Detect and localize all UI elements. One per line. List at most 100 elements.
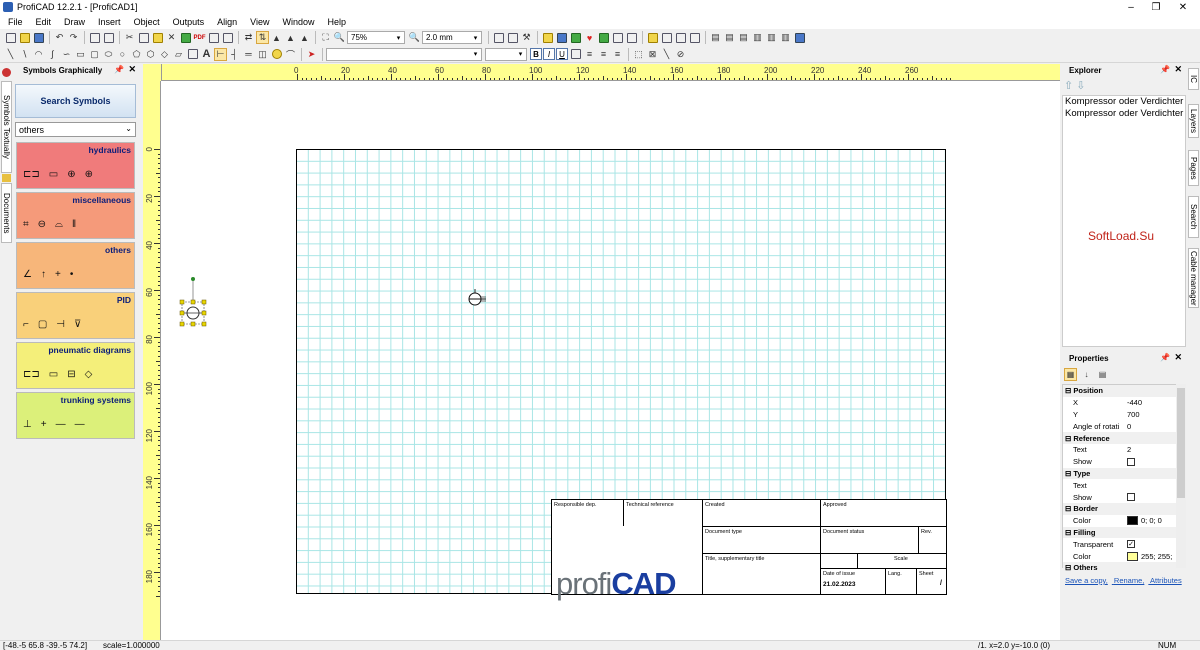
redo-icon[interactable]: ↷	[67, 31, 80, 44]
dimension-tool-icon[interactable]: ◫	[256, 48, 269, 61]
search-symbols-button[interactable]: Search Symbols	[15, 84, 136, 118]
cross-ref-icon[interactable]	[625, 31, 638, 44]
close-button[interactable]: ✕	[1170, 0, 1196, 14]
symbol-thumbnail[interactable]: ‖	[72, 220, 76, 230]
page-icon[interactable]	[674, 31, 687, 44]
layer-icon[interactable]	[646, 31, 659, 44]
text-tool-icon[interactable]: A	[200, 48, 213, 61]
rotate-icon[interactable]: ▲	[284, 31, 297, 44]
wire-icon[interactable]: ⚒	[520, 31, 533, 44]
align-left-icon[interactable]: ▤	[709, 31, 722, 44]
page-add-icon[interactable]	[688, 31, 701, 44]
menu-edit[interactable]: Edit	[36, 17, 52, 27]
shape2-tool-icon[interactable]: ▱	[172, 48, 185, 61]
symbol-thumbnail[interactable]: ⊕	[67, 170, 75, 180]
property-row[interactable]: Y 700	[1063, 409, 1185, 421]
grid-size-select[interactable]: 2.0 mm ▾	[422, 31, 482, 44]
snap-icon[interactable]: ⊠	[646, 48, 659, 61]
zoom-select[interactable]: 75% ▾	[347, 31, 405, 44]
align-icon[interactable]: ▲	[270, 31, 283, 44]
symbol-thumbnail[interactable]: ▢	[38, 320, 47, 330]
paste-icon[interactable]	[151, 31, 164, 44]
shape-tool-icon[interactable]: ◇	[158, 48, 171, 61]
color-swatch[interactable]	[1127, 516, 1138, 526]
menu-help[interactable]: Help	[328, 17, 347, 27]
align-bottom-icon[interactable]: ▥	[779, 31, 792, 44]
symbol-thumbnail[interactable]: ▭	[49, 370, 58, 380]
folder-icon[interactable]	[541, 31, 554, 44]
properties-scrollbar[interactable]	[1176, 384, 1186, 568]
checkbox[interactable]: ✓	[1127, 540, 1135, 549]
symbol-thumbnail[interactable]: ⌐	[23, 320, 29, 330]
symbol-thumbnail[interactable]: ∠	[23, 270, 32, 280]
property-group[interactable]: ⊟ Filling	[1063, 526, 1185, 539]
export-pdf-icon[interactable]: PDF	[193, 31, 206, 44]
symbol-thumbnail[interactable]: —	[75, 420, 85, 430]
categorized-icon[interactable]: ▦	[1064, 368, 1077, 381]
symbol-category-pid[interactable]: PID ⌐ ▢ ⊣ ⊽	[16, 292, 135, 339]
symbol-library-icon[interactable]	[555, 31, 568, 44]
pin-icon[interactable]: 📌	[1160, 353, 1170, 362]
align-middle-icon[interactable]: ▥	[765, 31, 778, 44]
symbol-thumbnail[interactable]: ⊣	[56, 320, 65, 330]
tab-documents[interactable]: Documents	[1, 183, 12, 243]
copy-icon[interactable]	[137, 31, 150, 44]
symbol-thumbnail[interactable]: ⊕	[85, 170, 93, 180]
drawing-canvas[interactable]: Responsible dep. Technical reference Cre…	[161, 81, 1060, 640]
drawing-sheet[interactable]: Responsible dep. Technical reference Cre…	[296, 149, 947, 601]
undo-icon[interactable]: ↶	[53, 31, 66, 44]
symbol-thumbnail[interactable]: ⊽	[74, 320, 81, 330]
explorer-item[interactable]: Kompressor oder Verdichter	[1063, 96, 1185, 108]
image-tool-icon[interactable]	[186, 48, 199, 61]
tab-search[interactable]: Search	[1188, 196, 1199, 238]
property-row[interactable]: Angle of rotatio 0	[1063, 420, 1185, 432]
restore-button[interactable]: ❐	[1143, 0, 1169, 14]
property-row[interactable]: Text 2	[1063, 444, 1185, 456]
ellipse-tool-icon[interactable]: ⬭	[102, 48, 115, 61]
zoom-icon[interactable]: 🔍	[333, 31, 346, 44]
symbol-thumbnail[interactable]: ⊏⊐	[23, 370, 40, 380]
symbol-thumbnail[interactable]: ⌗	[23, 220, 29, 230]
text-align-left-icon[interactable]: ≡	[583, 48, 596, 61]
nav-down-icon[interactable]: ⇩	[1076, 80, 1085, 92]
grid-zoom-icon[interactable]: 🔍	[408, 31, 421, 44]
bold-button[interactable]: B	[530, 48, 542, 60]
symbol-thumbnail[interactable]: ⊥	[23, 420, 32, 430]
rename-link[interactable]: Rename,	[1114, 576, 1144, 585]
menu-draw[interactable]: Draw	[64, 17, 85, 27]
diagonal-icon[interactable]: ╲	[660, 48, 673, 61]
mirror-icon[interactable]: ⇄	[242, 31, 255, 44]
symbol-thumbnail[interactable]: +	[55, 270, 61, 280]
menu-object[interactable]: Object	[134, 17, 160, 27]
property-row[interactable]: Color 0; 0; 0	[1063, 515, 1185, 527]
property-row[interactable]: Show	[1063, 456, 1185, 468]
save-copy-link[interactable]: Save a copy,	[1065, 576, 1108, 585]
tab-pages[interactable]: Pages	[1188, 150, 1199, 186]
tab-layers[interactable]: Layers	[1188, 104, 1199, 138]
prohibit-icon[interactable]: ⊘	[674, 48, 687, 61]
wire-tool-icon[interactable]: ⊢	[214, 47, 227, 61]
columns-icon[interactable]	[506, 31, 519, 44]
nav-up-icon[interactable]: ⇧	[1064, 80, 1073, 92]
delete-icon[interactable]: ✕	[165, 31, 178, 44]
close-icon[interactable]: ✕	[1174, 352, 1182, 363]
menu-outputs[interactable]: Outputs	[173, 17, 205, 27]
checkbox[interactable]	[1127, 457, 1135, 466]
bus-tool-icon[interactable]: ┤	[228, 48, 241, 61]
property-pages-icon[interactable]: ▤	[1096, 368, 1109, 381]
menu-file[interactable]: File	[8, 17, 23, 27]
align-center-icon[interactable]: ▤	[723, 31, 736, 44]
symbol-category-trunking-systems[interactable]: trunking systems ⊥ + — —	[16, 392, 135, 439]
property-row[interactable]: Show	[1063, 491, 1185, 503]
symbol-thumbnail[interactable]: —	[56, 420, 66, 430]
symbol-thumbnail[interactable]: ↑	[41, 270, 46, 280]
tab-ic[interactable]: IC	[1188, 68, 1199, 90]
underline-button[interactable]: U	[556, 48, 568, 60]
tab-cable-manager[interactable]: Cable manager	[1188, 248, 1199, 308]
property-group[interactable]: ⊟ Border	[1063, 502, 1185, 515]
pointer-icon[interactable]: ➤	[305, 48, 318, 61]
minimize-button[interactable]: –	[1118, 0, 1144, 14]
text-align-right-icon[interactable]: ≡	[611, 48, 624, 61]
star-tool-icon[interactable]: ⬡	[144, 48, 157, 61]
menu-insert[interactable]: Insert	[98, 17, 121, 27]
